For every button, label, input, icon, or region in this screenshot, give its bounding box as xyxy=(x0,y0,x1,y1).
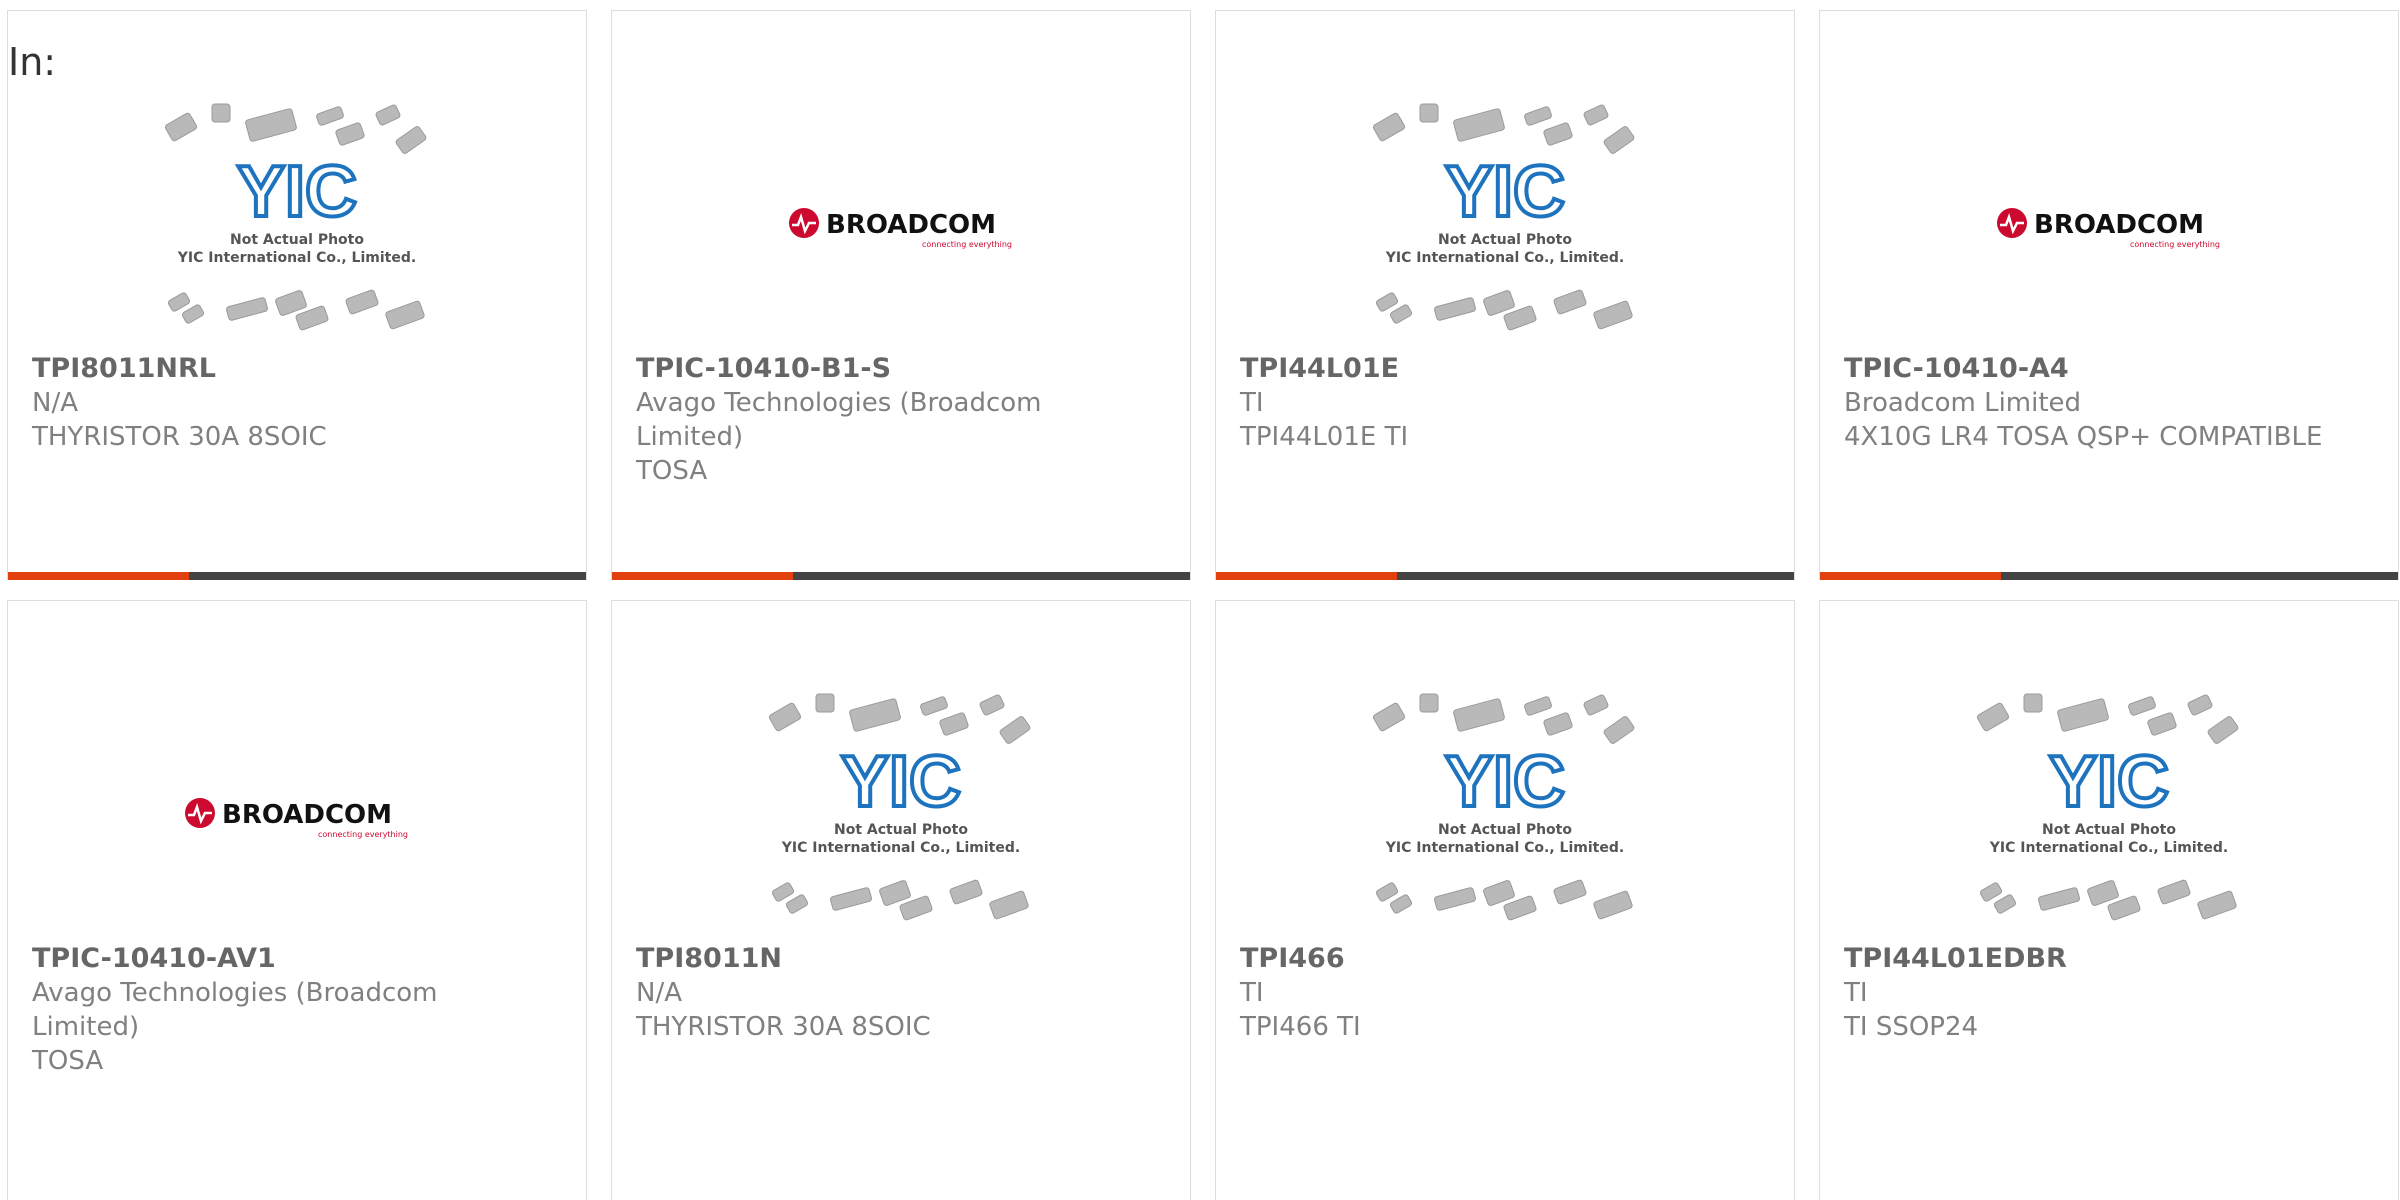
manufacturer: N/A xyxy=(636,978,682,1008)
broadcom-logo: BROADCOM connecting everything xyxy=(1997,208,2220,249)
svg-text:connecting everything: connecting everything xyxy=(922,240,1012,249)
svg-text:Not Actual Photo: Not Actual Photo xyxy=(1438,232,1572,248)
svg-text:BROADCOM: BROADCOM xyxy=(222,800,392,830)
svg-text:Not Actual Photo: Not Actual Photo xyxy=(230,232,364,248)
yic-placeholder-icon: YIC Not Actual Photo YIC International C… xyxy=(1372,103,1635,331)
svg-text:YIC: YIC xyxy=(841,742,961,822)
svg-text:YIC International Co., Limited: YIC International Co., Limited. xyxy=(1385,840,1624,856)
product-card[interactable]: YIC Not Actual Photo YIC International C… xyxy=(7,10,587,580)
manufacturer: Avago Technologies (Broadcom Limited) xyxy=(636,388,1042,452)
product-card[interactable]: YIC Not Actual Photo YIC International C… xyxy=(611,600,1191,1200)
product-image[interactable]: YIC Not Actual Photo YIC International C… xyxy=(8,91,586,361)
manufacturer: TI xyxy=(1844,978,1868,1008)
card-accent-bar xyxy=(1820,572,2398,580)
manufacturer: TI xyxy=(1240,978,1264,1008)
svg-text:YIC International Co., Limited: YIC International Co., Limited. xyxy=(1385,250,1624,266)
product-image[interactable]: YIC Not Actual Photo YIC International C… xyxy=(1216,91,1794,361)
yic-placeholder-icon: YIC Not Actual Photo YIC International C… xyxy=(164,103,427,331)
description: TOSA xyxy=(636,456,708,486)
svg-text:YIC International Co., Limited: YIC International Co., Limited. xyxy=(177,250,416,266)
svg-text:Not Actual Photo: Not Actual Photo xyxy=(834,822,968,838)
description: THYRISTOR 30A 8SOIC xyxy=(32,422,327,452)
product-card[interactable]: YIC Not Actual Photo YIC International C… xyxy=(1819,600,2399,1200)
product-image[interactable]: BROADCOM connecting everything xyxy=(612,91,1190,361)
svg-text:Not Actual Photo: Not Actual Photo xyxy=(2042,822,2176,838)
filter-label: In: xyxy=(8,40,57,84)
product-card[interactable]: YIC Not Actual Photo YIC International C… xyxy=(1215,10,1795,580)
product-card[interactable]: BROADCOM connecting everything TPIC-1041… xyxy=(611,10,1191,580)
svg-text:YIC International Co., Limited: YIC International Co., Limited. xyxy=(1989,840,2228,856)
yic-placeholder-icon: YIC Not Actual Photo YIC International C… xyxy=(768,693,1031,921)
product-card[interactable]: YIC Not Actual Photo YIC International C… xyxy=(1215,600,1795,1200)
product-image[interactable]: YIC Not Actual Photo YIC International C… xyxy=(1216,681,1794,951)
part-number[interactable]: TPI44L01EDBR xyxy=(1844,941,2338,976)
product-image[interactable]: BROADCOM connecting everything xyxy=(8,681,586,951)
yic-placeholder-icon: YIC Not Actual Photo YIC International C… xyxy=(1976,693,2239,921)
description: 4X10G LR4 TOSA QSP+ COMPATIBLE xyxy=(1844,422,2323,452)
product-card[interactable]: BROADCOM connecting everything TPIC-1041… xyxy=(7,600,587,1200)
svg-text:YIC: YIC xyxy=(2049,742,2169,822)
svg-text:Not Actual Photo: Not Actual Photo xyxy=(1438,822,1572,838)
description: TPI44L01E TI xyxy=(1240,422,1409,452)
card-accent-bar xyxy=(1216,572,1794,580)
part-number[interactable]: TPI466 xyxy=(1240,941,1734,976)
manufacturer: N/A xyxy=(32,388,78,418)
yic-placeholder-icon: YIC Not Actual Photo YIC International C… xyxy=(1372,693,1635,921)
description: TI SSOP24 xyxy=(1844,1012,1979,1042)
broadcom-logo: BROADCOM connecting everything xyxy=(789,208,1012,249)
description: TOSA xyxy=(32,1046,104,1076)
part-number[interactable]: TPI8011NRL xyxy=(32,351,526,386)
manufacturer: Avago Technologies (Broadcom Limited) xyxy=(32,978,438,1042)
description: TPI466 TI xyxy=(1240,1012,1361,1042)
manufacturer: TI xyxy=(1240,388,1264,418)
product-image[interactable]: YIC Not Actual Photo YIC International C… xyxy=(1820,681,2398,951)
card-accent-bar xyxy=(8,572,586,580)
product-image[interactable]: YIC Not Actual Photo YIC International C… xyxy=(612,681,1190,951)
svg-text:YIC International Co., Limited: YIC International Co., Limited. xyxy=(781,840,1020,856)
product-card[interactable]: BROADCOM connecting everything TPIC-1041… xyxy=(1819,10,2399,580)
broadcom-logo: BROADCOM connecting everything xyxy=(185,798,408,839)
manufacturer: Broadcom Limited xyxy=(1844,388,2082,418)
card-accent-bar xyxy=(612,572,1190,580)
part-number[interactable]: TPI44L01E xyxy=(1240,351,1734,386)
svg-text:connecting everything: connecting everything xyxy=(318,830,408,839)
part-number[interactable]: TPI8011N xyxy=(636,941,1130,976)
svg-text:BROADCOM: BROADCOM xyxy=(826,210,996,240)
product-image[interactable]: BROADCOM connecting everything xyxy=(1820,91,2398,361)
svg-text:connecting everything: connecting everything xyxy=(2130,240,2220,249)
part-number[interactable]: TPIC-10410-AV1 xyxy=(32,941,526,976)
svg-text:BROADCOM: BROADCOM xyxy=(2034,210,2204,240)
part-number[interactable]: TPIC-10410-A4 xyxy=(1844,351,2338,386)
svg-text:YIC: YIC xyxy=(1445,152,1565,232)
svg-text:YIC: YIC xyxy=(1445,742,1565,822)
description: THYRISTOR 30A 8SOIC xyxy=(636,1012,931,1042)
part-number[interactable]: TPIC-10410-B1-S xyxy=(636,351,1130,386)
svg-text:YIC: YIC xyxy=(237,152,357,232)
